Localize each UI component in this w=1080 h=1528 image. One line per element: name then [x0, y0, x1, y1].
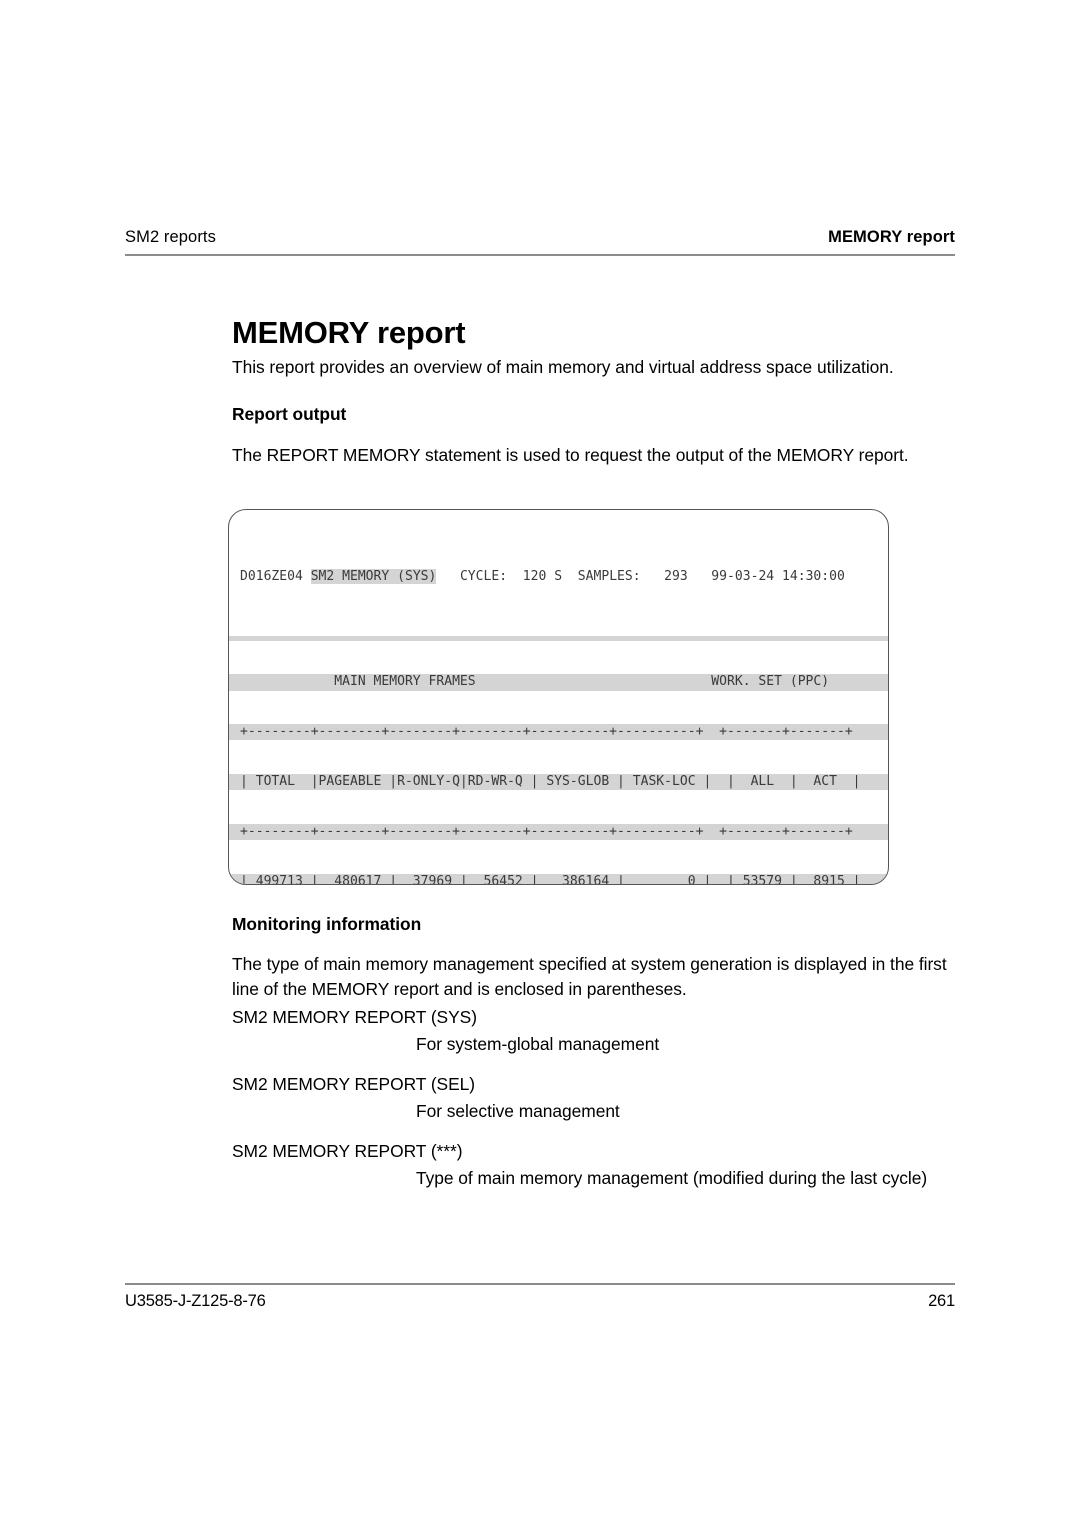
running-header-left: SM2 reports [125, 228, 216, 246]
paragraph-monitoring-information: The type of main memory management speci… [232, 954, 947, 999]
terminal-report-id: D016ZE04 [240, 568, 303, 584]
page-footer: U3585-J-Z125-8-76 261 [125, 1292, 955, 1311]
band-top-pad [229, 635, 888, 641]
terminal-title-rest: CYCLE: 120 S SAMPLES: 293 99-03-24 14:30… [436, 568, 845, 584]
block1-value-row: | 499713 | 480617 | 37969 | 56452 | 3861… [229, 873, 888, 884]
definition-term: SM2 MEMORY REPORT (***) [232, 1141, 463, 1161]
header-divider [125, 254, 955, 256]
footer-page-number: 261 [928, 1292, 955, 1310]
block1-captions: MAIN MEMORY FRAMES WORK. SET (PPC) [229, 673, 888, 691]
definition-description: Type of main memory management (modified… [416, 1168, 928, 1188]
block1-rule-top: +--------+--------+--------+--------+---… [229, 723, 888, 741]
paragraph-report-output: The REPORT MEMORY statement is used to r… [232, 445, 909, 465]
definition-item: SM2 MEMORY REPORT (SEL) For selective ma… [232, 1074, 620, 1122]
definition-item: SM2 MEMORY REPORT (SYS) For system-globa… [232, 1007, 659, 1055]
footer-document-id: U3585-J-Z125-8-76 [125, 1292, 266, 1310]
terminal-title-line: D016ZE04 SM2 MEMORY (SYS) CYCLE: 120 S S… [229, 568, 888, 586]
block1-header-row: | TOTAL |PAGEABLE |R-ONLY-Q|RD-WR-Q | SY… [229, 773, 888, 791]
definition-description: For selective management [416, 1101, 620, 1121]
document-page: SM2 reports MEMORY report MEMORY report … [0, 0, 1080, 1528]
running-header-right: MEMORY report [828, 228, 955, 246]
definition-item: SM2 MEMORY REPORT (***) Type of main mem… [232, 1141, 927, 1189]
terminal-report-name-highlight: SM2 MEMORY (SYS) [310, 568, 437, 584]
terminal-report-box: D016ZE04 SM2 MEMORY (SYS) CYCLE: 120 S S… [228, 509, 889, 885]
intro-paragraph: This report provides an overview of main… [232, 357, 894, 377]
heading-report-output: Report output [232, 404, 347, 424]
heading-monitoring-information: Monitoring information [232, 914, 422, 934]
page-title: MEMORY report [232, 314, 466, 350]
running-header: SM2 reports MEMORY report [125, 228, 955, 247]
terminal-report-text: D016ZE04 SM2 MEMORY (SYS) CYCLE: 120 S S… [229, 510, 888, 884]
definition-term: SM2 MEMORY REPORT (SYS) [232, 1007, 477, 1027]
terminal-title-space [303, 569, 311, 584]
footer-divider [125, 1283, 955, 1285]
definition-term: SM2 MEMORY REPORT (SEL) [232, 1074, 476, 1094]
block1-rule-mid: +--------+--------+--------+--------+---… [229, 823, 888, 841]
definition-description: For system-global management [416, 1034, 660, 1054]
